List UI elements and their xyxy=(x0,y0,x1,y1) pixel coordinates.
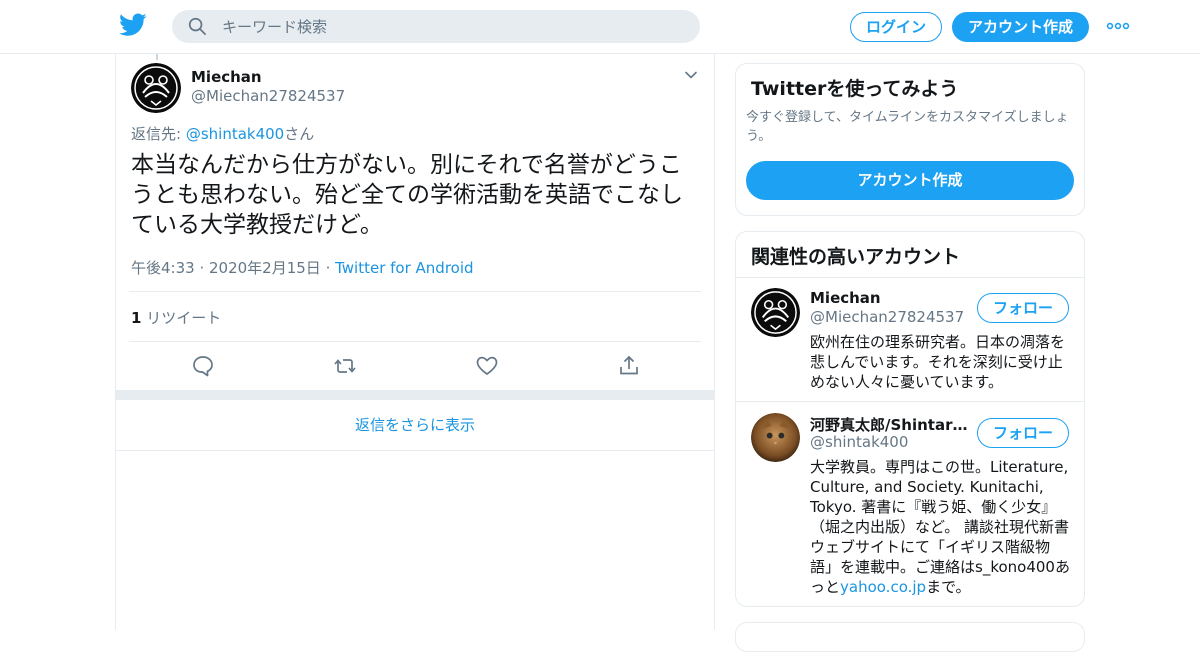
account-name[interactable]: 河野真太郎/Shintaro… xyxy=(810,414,970,435)
section-separator xyxy=(116,390,714,400)
related-accounts-title: 関連性の高いアカウント xyxy=(751,246,961,268)
meta-separator: · xyxy=(320,259,336,277)
show-more-replies-link[interactable]: 返信をさらに表示 xyxy=(116,400,714,451)
signup-card: Twitterを使ってみよう 今すぐ登録して、タイムラインをカスタマイズしましょ… xyxy=(735,63,1085,216)
avatar[interactable] xyxy=(751,288,800,337)
signup-card-description: 今すぐ登録して、タイムラインをカスタマイズしましょう。 xyxy=(746,110,1069,144)
search-input[interactable] xyxy=(222,10,682,43)
retweet-icon[interactable] xyxy=(333,354,357,378)
signup-button[interactable]: アカウント作成 xyxy=(952,12,1089,42)
chevron-down-icon[interactable] xyxy=(684,68,698,82)
account-bio-suffix: まで。 xyxy=(926,578,971,596)
signup-card-title: Twitterを使ってみよう xyxy=(751,78,959,100)
search-icon xyxy=(188,17,206,35)
retweet-stats[interactable]: 1 リツイート xyxy=(131,307,221,328)
divider xyxy=(129,341,701,342)
tweet-column: Miechan @Miechan27824537 返信先: @shintak40… xyxy=(115,54,715,630)
related-account[interactable]: 河野真太郎/Shintaro… @shintak400 フォロー 大学教員。専門… xyxy=(736,403,1084,603)
reply-prefix: 返信先: xyxy=(131,125,186,143)
tweet-text: 本当なんだから仕方がない。別にそれで名誉がどうこうとも思わない。殆ど全ての学術活… xyxy=(131,152,683,238)
tweet-author-handle[interactable]: @Miechan27824537 xyxy=(191,87,345,105)
twitter-logo-icon[interactable] xyxy=(119,13,147,37)
reply-suffix: さん xyxy=(284,125,315,143)
like-icon[interactable] xyxy=(475,354,499,378)
tweet-metadata: 午後4:33 · 2020年2月15日 · Twitter for Androi… xyxy=(131,257,474,278)
account-bio-link[interactable]: yahoo.co.jp xyxy=(840,578,926,596)
related-account[interactable]: Miechan @Miechan27824537 フォロー 欧州在住の理系研究者… xyxy=(736,278,1084,402)
account-handle[interactable]: @Miechan27824537 xyxy=(810,308,964,326)
divider xyxy=(129,291,701,292)
related-accounts-card: 関連性の高いアカウント Miechan @Miechan27824537 フォロ… xyxy=(735,231,1085,607)
signup-card-button[interactable]: アカウント作成 xyxy=(746,161,1074,200)
account-handle[interactable]: @shintak400 xyxy=(810,433,908,451)
retweet-label: リツイート xyxy=(141,309,222,327)
reply-icon[interactable] xyxy=(191,354,215,378)
top-navigation-bar: ログイン アカウント作成 xyxy=(0,0,1200,54)
follow-button[interactable]: フォロー xyxy=(977,418,1069,448)
sidebar-card-partial xyxy=(735,622,1085,652)
search-bar[interactable] xyxy=(172,10,700,43)
retweet-count: 1 xyxy=(131,309,142,327)
follow-button[interactable]: フォロー xyxy=(977,293,1069,323)
account-bio-text: 大学教員。専門はこの世。Literature, Culture, and Soc… xyxy=(810,458,1070,596)
share-icon[interactable] xyxy=(617,354,641,378)
thread-connector xyxy=(156,54,158,60)
reply-to-link[interactable]: @shintak400 xyxy=(186,125,284,143)
more-icon[interactable] xyxy=(1106,16,1130,36)
login-button[interactable]: ログイン xyxy=(850,12,942,42)
avatar[interactable] xyxy=(751,413,800,462)
tweet-timestamp[interactable]: 午後4:33 · 2020年2月15日 xyxy=(131,259,321,277)
account-bio: 大学教員。専門はこの世。Literature, Culture, and Soc… xyxy=(810,457,1072,597)
account-name[interactable]: Miechan xyxy=(810,289,970,307)
reply-context: 返信先: @shintak400さん xyxy=(131,123,314,144)
tweet-source-link[interactable]: Twitter for Android xyxy=(335,259,473,277)
avatar[interactable] xyxy=(131,63,181,113)
account-bio: 欧州在住の理系研究者。日本の凋落を悲しんでいます。それを深刻に受け止めない人々に… xyxy=(810,333,1066,391)
tweet-author-name[interactable]: Miechan xyxy=(191,68,262,86)
